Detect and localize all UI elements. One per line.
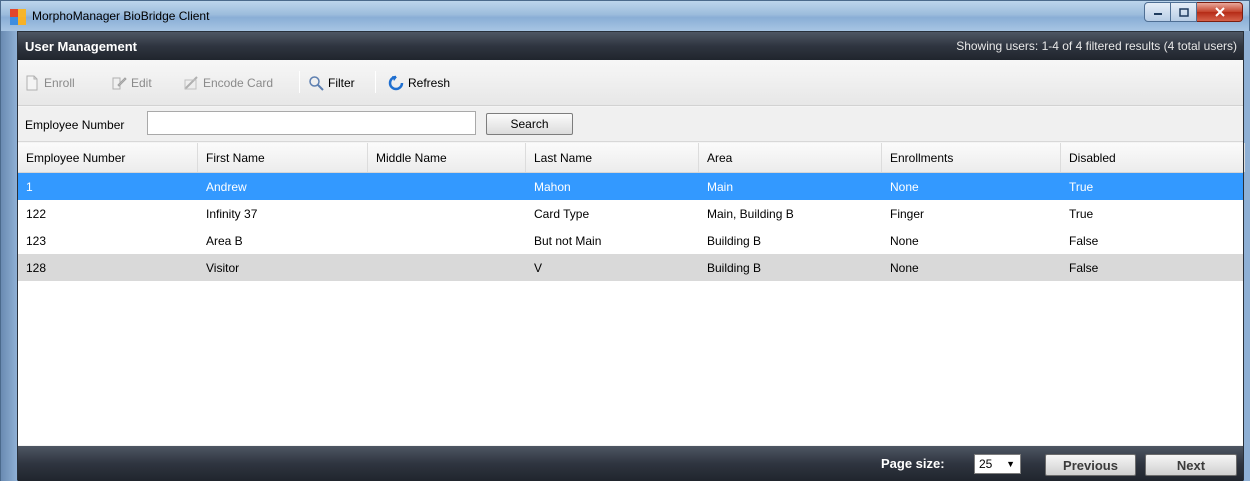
refresh-label: Refresh [408, 76, 451, 90]
edit-button[interactable]: Edit [111, 74, 152, 92]
employee-number-input[interactable] [147, 111, 476, 135]
maximize-icon [1178, 7, 1189, 17]
user-management-panel: User Management Showing users: 1-4 of 4 … [17, 31, 1245, 481]
column-header-middle-name[interactable]: Middle Name [368, 143, 526, 172]
cell-last-name: But not Main [534, 233, 602, 248]
pagination-bar: Page size: 25 ▼ Previous Next [18, 446, 1243, 481]
cell-middle-name [368, 173, 526, 200]
cell-employee-number: 123 [26, 233, 47, 248]
cell-disabled: True [1069, 206, 1094, 221]
table-row[interactable]: 123 Area B But not Main Building B None … [18, 227, 1243, 254]
cell-employee-number: 1 [26, 179, 33, 194]
cell-first-name: Visitor [206, 260, 240, 275]
column-header-first-name[interactable]: First Name [198, 143, 368, 172]
maximize-button[interactable] [1171, 2, 1197, 22]
window-title: MorphoManager BioBridge Client [32, 9, 210, 23]
cell-area: Building B [707, 233, 762, 248]
cell-enrollments: Finger [890, 206, 925, 221]
cell-area: Main, Building B [707, 206, 794, 221]
window-frame-left [1, 31, 17, 481]
cell-disabled: False [1069, 233, 1099, 248]
magnifier-icon [309, 76, 324, 91]
cell-last-name: Mahon [534, 179, 571, 194]
encode-card-label: Encode Card [203, 76, 274, 90]
panel-title: User Management [25, 39, 137, 54]
column-header-last-name[interactable]: Last Name [526, 143, 699, 172]
next-button[interactable]: Next [1145, 454, 1237, 476]
table-row[interactable]: 1 Andrew Mahon Main None True [18, 173, 1243, 200]
page-size-value: 25 [979, 457, 993, 471]
cell-middle-name [368, 254, 526, 281]
column-header-employee-number[interactable]: Employee Number [18, 143, 198, 172]
cell-first-name: Infinity 37 [206, 206, 258, 221]
cell-first-name: Andrew [206, 179, 247, 194]
close-button[interactable] [1197, 2, 1243, 22]
close-icon [1214, 7, 1225, 17]
edit-label: Edit [131, 76, 152, 90]
minimize-button[interactable] [1144, 2, 1171, 22]
column-header-enrollments[interactable]: Enrollments [882, 143, 1061, 172]
title-bar[interactable]: MorphoManager BioBridge Client [1, 1, 1249, 31]
cell-employee-number: 122 [26, 206, 47, 221]
refresh-button[interactable]: Refresh [388, 74, 450, 92]
cell-first-name: Area B [206, 233, 243, 248]
cell-middle-name [368, 200, 526, 227]
filter-button[interactable]: Filter [308, 74, 355, 92]
cell-area: Main [707, 179, 734, 194]
cell-last-name: V [534, 260, 543, 275]
search-button[interactable]: Search [486, 113, 573, 135]
minimize-icon [1153, 13, 1162, 15]
toolbar-separator [299, 71, 300, 93]
column-header-area[interactable]: Area [699, 143, 882, 172]
window-controls [1144, 2, 1243, 22]
enroll-button[interactable]: Enroll [24, 74, 75, 92]
app-window: MorphoManager BioBridge Client User Mana… [0, 0, 1250, 481]
column-header-disabled[interactable]: Disabled [1061, 143, 1245, 172]
encode-card-button[interactable]: Encode Card [183, 74, 273, 92]
cell-area: Building B [707, 260, 762, 275]
page-size-select[interactable]: 25 ▼ [974, 454, 1021, 474]
results-status: Showing users: 1-4 of 4 filtered results… [956, 39, 1237, 53]
table-row[interactable]: 128 Visitor V Building B None False [18, 254, 1243, 281]
search-row: Employee Number Search [18, 107, 1243, 142]
previous-button[interactable]: Previous [1045, 454, 1136, 476]
cell-last-name: Card Type [534, 206, 590, 221]
cell-middle-name [368, 227, 526, 254]
card-icon [184, 76, 198, 90]
app-icon [10, 9, 26, 25]
cell-enrollments: None [890, 233, 919, 248]
cell-enrollments: None [890, 179, 919, 194]
page-size-label: Page size: [881, 456, 945, 471]
cell-disabled: True [1069, 179, 1094, 194]
users-table: Employee Number First Name Middle Name L… [18, 143, 1245, 445]
cell-enrollments: None [890, 260, 919, 275]
enroll-label: Enroll [44, 76, 75, 90]
edit-icon [112, 77, 127, 90]
toolbar: Enroll Edit Encode Card Filter Refresh [18, 60, 1243, 106]
panel-header: User Management Showing users: 1-4 of 4 … [18, 32, 1243, 60]
dropdown-arrow-icon: ▼ [1006, 459, 1015, 469]
cell-employee-number: 128 [26, 260, 47, 275]
table-header: Employee Number First Name Middle Name L… [18, 143, 1245, 173]
toolbar-separator [375, 71, 376, 93]
document-icon [26, 75, 38, 91]
table-row[interactable]: 122 Infinity 37 Card Type Main, Building… [18, 200, 1243, 227]
cell-disabled: False [1069, 260, 1099, 275]
refresh-icon [388, 75, 404, 91]
employee-number-label: Employee Number [25, 118, 125, 132]
filter-label: Filter [328, 76, 355, 90]
